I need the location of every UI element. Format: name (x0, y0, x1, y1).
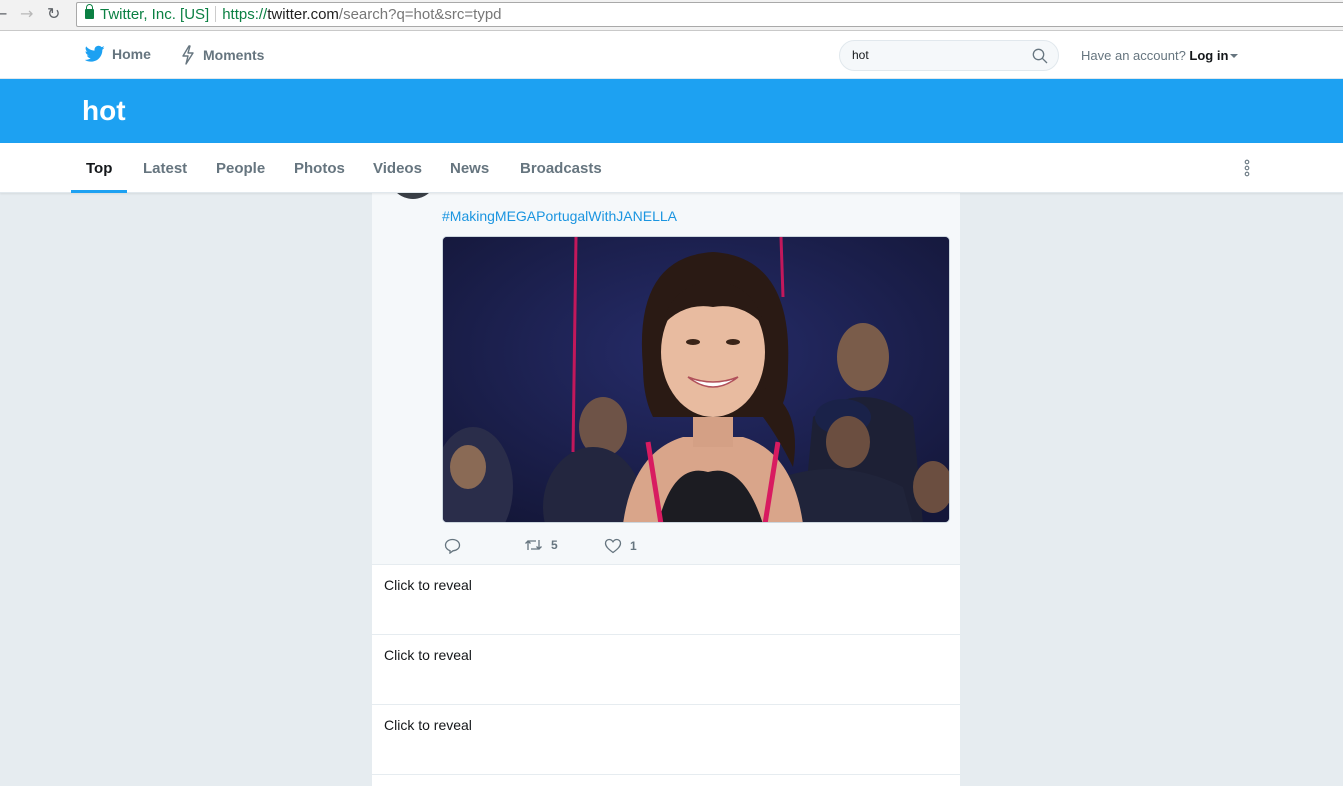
like-button[interactable]: 1 (604, 538, 637, 554)
hashtag-link[interactable]: #MakingMEGAPortugalWithJANELLA (442, 208, 677, 224)
tab-photos[interactable]: Photos (294, 160, 345, 177)
certificate-label: Twitter, Inc. [US] (100, 6, 210, 23)
tab-broadcasts[interactable]: Broadcasts (520, 160, 602, 177)
url-path: /search?q=hot&src=typd (338, 6, 502, 23)
tab-news[interactable]: News (450, 160, 489, 177)
url-host: twitter.com (267, 6, 339, 23)
click-to-reveal-label[interactable]: Click to reveal (384, 717, 472, 733)
nav-home-link[interactable]: Home (85, 45, 151, 63)
active-tab-indicator (71, 190, 127, 193)
account-area: Have an account? Log in (1081, 48, 1239, 63)
lightning-bolt-icon (182, 45, 194, 65)
retweet-icon (525, 540, 542, 550)
account-prompt: Have an account? (1081, 48, 1186, 63)
more-options-icon[interactable] (1243, 159, 1251, 177)
tab-people[interactable]: People (216, 160, 265, 177)
photo-illustration (443, 237, 949, 522)
browser-toolbar: ← → ↻ Twitter, Inc. [US] https://twitter.… (0, 0, 1343, 31)
tweet[interactable]: #MakingMEGAPortugalWithJANELLA 5 1 (372, 151, 960, 565)
nav-home-label: Home (112, 46, 151, 62)
search-query-text: hot (852, 48, 869, 62)
login-link[interactable]: Log in (1189, 48, 1228, 63)
forward-arrow-icon[interactable]: → (20, 4, 33, 23)
chevron-down-icon[interactable] (1230, 54, 1239, 58)
lock-icon (85, 4, 94, 19)
tweet-photo[interactable] (442, 236, 950, 523)
tab-videos[interactable]: Videos (373, 160, 422, 177)
heart-icon (604, 538, 622, 554)
hidden-tweet[interactable]: Click to reveal (372, 705, 960, 775)
reload-icon[interactable]: ↻ (47, 4, 60, 23)
reply-button[interactable] (444, 538, 469, 554)
tweet-actions: 5 1 (442, 538, 742, 556)
click-to-reveal-label[interactable]: Click to reveal (384, 647, 472, 663)
address-bar[interactable]: Twitter, Inc. [US] https://twitter.com/se… (76, 2, 1343, 27)
search-icon[interactable] (1032, 48, 1048, 64)
url-scheme: https:// (222, 6, 268, 23)
back-arrow-icon[interactable]: ← (0, 4, 7, 23)
global-nav: Home Moments hot Have an account? Log in (0, 31, 1343, 79)
page-title: hot (82, 95, 126, 126)
search-header: hot (0, 79, 1343, 143)
hidden-tweet[interactable]: Click to reveal (372, 565, 960, 635)
tab-latest[interactable]: Latest (143, 160, 187, 177)
retweet-count: 5 (551, 538, 558, 552)
search-tabs: Top Latest People Photos Videos News Bro… (0, 143, 1343, 193)
retweet-button[interactable]: 5 (524, 538, 558, 552)
tab-top[interactable]: Top (86, 160, 112, 177)
search-input[interactable]: hot (839, 40, 1059, 71)
like-count: 1 (630, 539, 637, 553)
hidden-tweet[interactable]: Click to reveal (372, 635, 960, 705)
nav-moments-link[interactable]: Moments (180, 45, 264, 65)
click-to-reveal-label[interactable]: Click to reveal (384, 577, 472, 593)
nav-moments-label: Moments (203, 47, 265, 63)
search-timeline: #MakingMEGAPortugalWithJANELLA 5 1 Click… (372, 151, 960, 786)
reply-icon (444, 538, 461, 554)
url-separator (215, 6, 217, 22)
twitter-bird-icon (85, 45, 105, 62)
